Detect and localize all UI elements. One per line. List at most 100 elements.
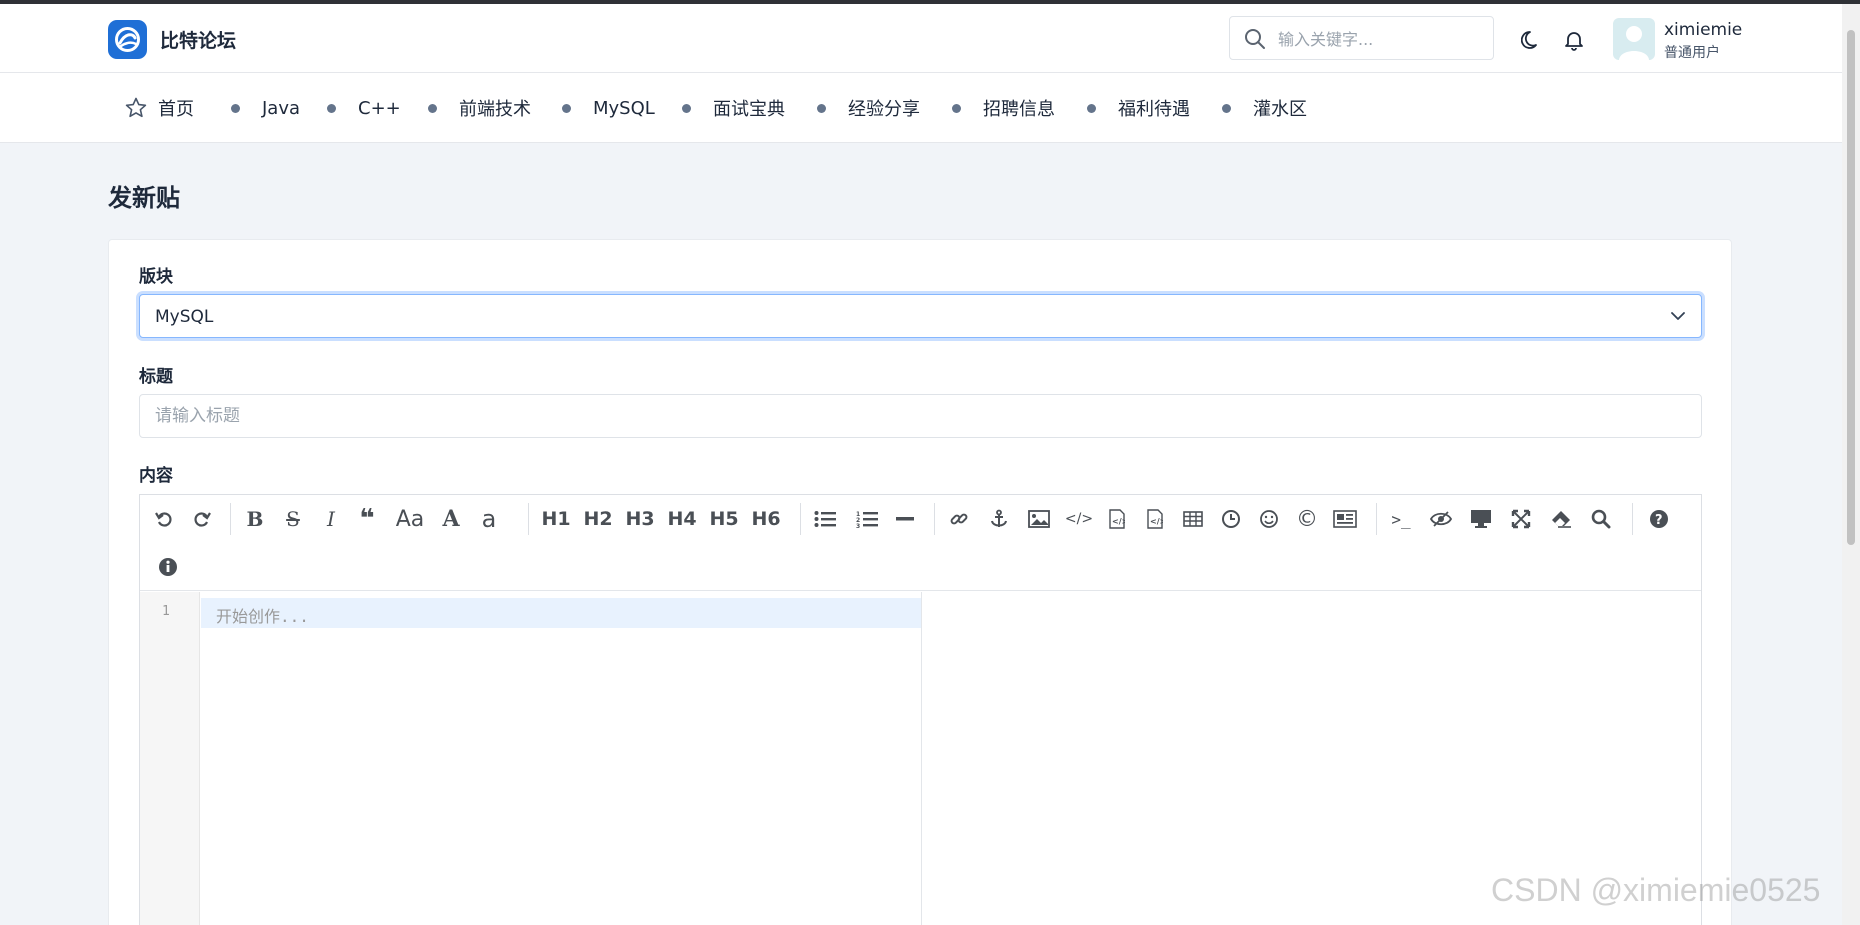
- editor-placeholder[interactable]: 开始创作...: [216, 603, 309, 627]
- h3-icon[interactable]: H3: [622, 504, 658, 534]
- page-title: 发新贴: [108, 184, 180, 212]
- h1-icon[interactable]: H1: [538, 504, 574, 534]
- nav-item-label: Java: [262, 97, 301, 119]
- bullet-dot-icon: [231, 103, 240, 113]
- copyright-html-entities-icon[interactable]: ©: [1292, 504, 1322, 534]
- svg-text:?: ?: [1655, 513, 1663, 528]
- scrollbar-thumb[interactable]: [1847, 30, 1855, 545]
- emoji-smile-icon[interactable]: [1254, 504, 1284, 534]
- page-scrollbar[interactable]: [1842, 4, 1860, 925]
- nav-item-label: 灌水区: [1253, 99, 1307, 120]
- site-name[interactable]: 比特论坛: [160, 26, 236, 53]
- board-nav: 首页 Java C++ 前端技术 MySQL 面试宝典 经验分享 招聘信息 福利…: [0, 73, 1842, 143]
- nav-item-label: C++: [358, 97, 401, 119]
- board-label: 版块: [139, 267, 173, 287]
- nav-item-mysql[interactable]: MySQL: [562, 73, 655, 143]
- line-number: 1: [162, 604, 170, 619]
- ordered-list-icon[interactable]: 123: [852, 504, 882, 534]
- info-icon[interactable]: [156, 552, 180, 582]
- bullet-dot-icon: [1087, 103, 1096, 113]
- strikethrough-icon[interactable]: S: [278, 504, 308, 534]
- eye-slash-watch-icon[interactable]: [1426, 504, 1456, 534]
- h4-icon[interactable]: H4: [664, 504, 700, 534]
- nav-item-label: 前端技术: [459, 99, 531, 120]
- bullet-dot-icon: [952, 103, 961, 113]
- nav-item-benefits[interactable]: 福利待遇: [1087, 73, 1190, 143]
- bullet-dot-icon: [1222, 103, 1231, 113]
- chevron-down-icon: [1671, 312, 1685, 320]
- user-role: 普通用户: [1664, 45, 1720, 61]
- link-icon[interactable]: [944, 504, 974, 534]
- uppercase-a-icon[interactable]: A: [436, 504, 466, 534]
- nav-item-experience[interactable]: 经验分享: [817, 73, 920, 143]
- nav-item-label: 福利待遇: [1118, 99, 1190, 120]
- nav-item-home[interactable]: 首页: [124, 73, 194, 143]
- nav-item-label: MySQL: [593, 97, 655, 119]
- active-line-highlight[interactable]: [201, 598, 921, 628]
- title-label: 标题: [139, 367, 173, 387]
- table-icon[interactable]: [1178, 504, 1208, 534]
- code-block-icon[interactable]: </>: [1140, 504, 1170, 534]
- username[interactable]: ximiemie: [1664, 20, 1742, 40]
- h5-icon[interactable]: H5: [706, 504, 742, 534]
- unordered-list-icon[interactable]: [810, 504, 840, 534]
- lowercase-icon[interactable]: a: [474, 504, 504, 534]
- bullet-dot-icon: [428, 103, 437, 113]
- site-header: 比特论坛 ximiemie 普通用户: [0, 4, 1842, 73]
- star-icon: [125, 97, 147, 118]
- preformatted-code-icon[interactable]: </>: [1102, 504, 1132, 534]
- logo-mark-icon: [115, 27, 140, 52]
- nav-item-cpp[interactable]: C++: [327, 73, 401, 143]
- code-icon[interactable]: </>: [1064, 504, 1094, 534]
- user-avatar[interactable]: [1613, 18, 1655, 60]
- redo-icon[interactable]: [190, 504, 214, 534]
- markdown-editor: B S I ❝ Aa A a H1 H2 H3 H4 H5 H6 123 </>…: [139, 494, 1702, 925]
- bullet-dot-icon: [817, 103, 826, 113]
- svg-text:</>: </>: [1112, 517, 1125, 526]
- datetime-clock-icon[interactable]: [1216, 504, 1246, 534]
- bullet-dot-icon: [562, 103, 571, 113]
- nav-item-label: 首页: [158, 99, 194, 120]
- nav-item-frontend[interactable]: 前端技术: [428, 73, 531, 143]
- horizontal-rule-icon[interactable]: [890, 504, 920, 534]
- board-select[interactable]: MySQL: [139, 294, 1702, 338]
- h6-icon[interactable]: H6: [748, 504, 784, 534]
- svg-text:3: 3: [856, 523, 860, 528]
- quote-icon[interactable]: ❝: [352, 504, 382, 534]
- pagebreak-newspaper-icon[interactable]: [1330, 504, 1360, 534]
- uppercase-icon[interactable]: Aa: [390, 504, 430, 534]
- search-icon[interactable]: [1586, 504, 1616, 534]
- nav-item-label: 招聘信息: [983, 99, 1055, 120]
- line-number-gutter: 1: [140, 592, 200, 925]
- eraser-clear-icon[interactable]: [1546, 504, 1576, 534]
- anchor-icon[interactable]: [984, 504, 1014, 534]
- h2-icon[interactable]: H2: [580, 504, 616, 534]
- desktop-preview-icon[interactable]: [1466, 504, 1496, 534]
- undo-icon[interactable]: [152, 504, 176, 534]
- dark-mode-moon-icon[interactable]: [1521, 29, 1543, 51]
- new-post-form: 版块 MySQL 标题 内容 B S I ❝ Aa A a H1 H: [108, 239, 1732, 925]
- italic-icon[interactable]: I: [316, 504, 346, 534]
- terminal-icon[interactable]: >_: [1386, 504, 1416, 534]
- nav-item-label: 经验分享: [848, 99, 920, 120]
- title-input[interactable]: [139, 394, 1702, 438]
- help-question-icon[interactable]: ?: [1644, 504, 1674, 534]
- nav-item-label: 面试宝典: [713, 99, 785, 120]
- watermark: CSDN @ximiemie0525: [1491, 872, 1821, 908]
- bold-icon[interactable]: B: [240, 504, 270, 534]
- nav-item-java[interactable]: Java: [231, 73, 300, 143]
- nav-item-jobs[interactable]: 招聘信息: [952, 73, 1055, 143]
- bullet-dot-icon: [682, 103, 691, 113]
- search-input[interactable]: [1278, 27, 1478, 51]
- search-box[interactable]: [1229, 16, 1494, 60]
- nav-item-interview[interactable]: 面试宝典: [682, 73, 785, 143]
- svg-text:</>: </>: [1150, 517, 1163, 526]
- fullscreen-arrows-icon[interactable]: [1506, 504, 1536, 534]
- image-icon[interactable]: [1024, 504, 1054, 534]
- preview-divider: [921, 592, 922, 925]
- nav-item-water[interactable]: 灌水区: [1222, 73, 1307, 143]
- board-selected-value: MySQL: [155, 307, 214, 327]
- bell-notification-icon[interactable]: [1563, 29, 1585, 51]
- editor-toolbar: B S I ❝ Aa A a H1 H2 H3 H4 H5 H6 123 </>…: [140, 495, 1701, 591]
- site-logo[interactable]: [108, 20, 147, 59]
